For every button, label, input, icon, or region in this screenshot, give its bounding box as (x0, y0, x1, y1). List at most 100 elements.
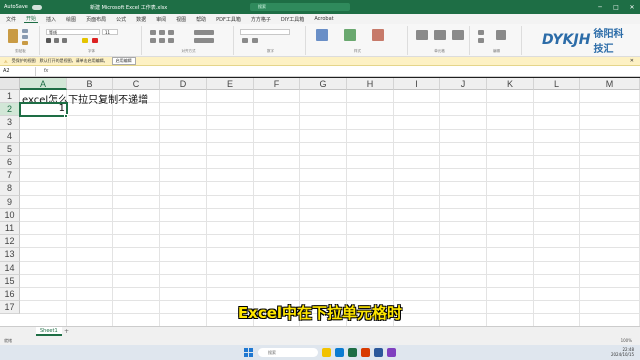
paste-icon[interactable] (8, 29, 18, 43)
row-header-15[interactable]: 15 (0, 274, 20, 288)
column-header-d[interactable]: D (160, 78, 207, 90)
tab-formulas[interactable]: 公式 (114, 16, 128, 23)
cell-styles-icon[interactable] (372, 29, 384, 41)
conditional-format-icon[interactable] (316, 29, 328, 41)
font-size-select[interactable]: 11 (102, 29, 118, 35)
word-app-icon[interactable] (374, 348, 383, 357)
copy-icon[interactable] (22, 35, 28, 39)
italic-icon[interactable] (54, 38, 59, 43)
row-header-14[interactable]: 14 (0, 261, 20, 275)
sort-filter-icon[interactable] (496, 30, 506, 40)
font-color-icon[interactable] (92, 38, 98, 43)
fill-color-icon[interactable] (82, 38, 88, 43)
format-as-table-icon[interactable] (344, 29, 356, 41)
tab-page-layout[interactable]: 页面布局 (84, 16, 108, 23)
column-header-b[interactable]: B (67, 78, 113, 90)
row-header-8[interactable]: 8 (0, 182, 20, 196)
tab-help[interactable]: 帮助 (194, 16, 208, 23)
title-search-input[interactable]: 搜索 (250, 3, 350, 11)
row-header-2[interactable]: 2 (0, 103, 20, 117)
select-all-corner[interactable] (0, 78, 20, 90)
excel-app-icon[interactable] (348, 348, 357, 357)
column-header-a[interactable]: A (20, 78, 67, 90)
column-header-l[interactable]: L (534, 78, 580, 90)
row-header-4[interactable]: 4 (0, 129, 20, 143)
align-center-icon[interactable] (159, 38, 165, 43)
column-header-c[interactable]: C (113, 78, 160, 90)
windows-start-icon[interactable] (244, 348, 253, 357)
tab-diy-tools[interactable]: DIY工具箱 (279, 16, 306, 23)
row-header-5[interactable]: 5 (0, 142, 20, 156)
align-left-icon[interactable] (150, 38, 156, 43)
tab-insert[interactable]: 插入 (44, 16, 58, 23)
row-header-1[interactable]: 1 (0, 90, 20, 104)
row-header-13[interactable]: 13 (0, 248, 20, 262)
file-explorer-icon[interactable] (322, 348, 331, 357)
row-header-6[interactable]: 6 (0, 156, 20, 170)
column-header-j[interactable]: J (440, 78, 487, 90)
format-cells-icon[interactable] (452, 30, 464, 40)
minimize-button[interactable]: ─ (592, 0, 608, 14)
column-header-g[interactable]: G (300, 78, 347, 90)
powerpoint-app-icon[interactable] (361, 348, 370, 357)
column-header-k[interactable]: K (487, 78, 534, 90)
wrap-text-icon[interactable] (194, 30, 214, 35)
column-header-h[interactable]: H (347, 78, 394, 90)
row-header-12[interactable]: 12 (0, 235, 20, 249)
align-bottom-icon[interactable] (168, 30, 174, 35)
sheet-tab-sheet1[interactable]: Sheet1 (36, 327, 62, 336)
fill-handle[interactable] (64, 114, 68, 119)
tab-view[interactable]: 视图 (174, 16, 188, 23)
align-right-icon[interactable] (168, 38, 174, 43)
formula-input[interactable] (56, 67, 640, 76)
add-sheet-button[interactable]: + (64, 328, 69, 335)
underline-icon[interactable] (62, 38, 67, 43)
cell-a2[interactable]: 1 (20, 103, 65, 114)
column-header-f[interactable]: F (254, 78, 300, 90)
insert-cells-icon[interactable] (416, 30, 428, 40)
tab-acrobat[interactable]: Acrobat (312, 16, 335, 22)
percent-icon[interactable] (242, 38, 248, 43)
name-box[interactable]: A2 (0, 66, 36, 76)
tab-pdf-tools[interactable]: PDF工具箱 (214, 16, 243, 23)
maximize-button[interactable]: □ (608, 0, 624, 14)
row-header-7[interactable]: 7 (0, 169, 20, 183)
system-tray[interactable]: 22:48 2024/10/15 (611, 347, 634, 357)
row-header-16[interactable]: 16 (0, 288, 20, 302)
delete-cells-icon[interactable] (434, 30, 446, 40)
tab-home[interactable]: 开始 (24, 15, 39, 23)
close-message-icon[interactable]: ✕ (630, 58, 634, 64)
column-header-m[interactable]: M (580, 78, 640, 90)
tab-review[interactable]: 审阅 (154, 16, 168, 23)
row-header-9[interactable]: 9 (0, 195, 20, 209)
align-middle-icon[interactable] (159, 30, 165, 35)
column-header-e[interactable]: E (207, 78, 254, 90)
cut-icon[interactable] (22, 29, 28, 33)
tab-file[interactable]: 文件 (4, 16, 18, 23)
zoom-level[interactable]: 100% (621, 336, 632, 345)
app-icon[interactable] (387, 348, 396, 357)
autosum-icon[interactable] (478, 30, 484, 35)
number-format-select[interactable] (240, 29, 290, 35)
taskbar-search-input[interactable]: 搜索 (258, 348, 318, 357)
edge-browser-icon[interactable] (335, 348, 344, 357)
bold-icon[interactable] (46, 38, 51, 43)
enable-editing-button[interactable]: 启用编辑 (111, 57, 136, 65)
tab-fangfanggezi[interactable]: 方方格子 (249, 16, 273, 23)
close-button[interactable]: ✕ (624, 0, 640, 14)
row-header-10[interactable]: 10 (0, 208, 20, 222)
fx-icon[interactable]: fx (36, 68, 56, 74)
row-header-11[interactable]: 11 (0, 222, 20, 236)
align-top-icon[interactable] (150, 30, 156, 35)
autosave-toggle[interactable] (31, 4, 42, 10)
font-name-select[interactable]: 等线 (46, 29, 100, 35)
row-header-3[interactable]: 3 (0, 116, 20, 130)
column-header-i[interactable]: I (394, 78, 440, 90)
format-painter-icon[interactable] (22, 41, 28, 45)
tab-draw[interactable]: 绘图 (64, 16, 78, 23)
comma-icon[interactable] (252, 38, 258, 43)
spreadsheet-grid[interactable]: A B C D E F G H I J K L M 1 2 3 4 5 6 7 8 9 10 11 12 13 14 15 16 17 ex… (0, 78, 640, 326)
tab-data[interactable]: 数据 (134, 16, 148, 23)
merge-center-icon[interactable] (194, 38, 214, 43)
fill-icon[interactable] (478, 38, 484, 43)
